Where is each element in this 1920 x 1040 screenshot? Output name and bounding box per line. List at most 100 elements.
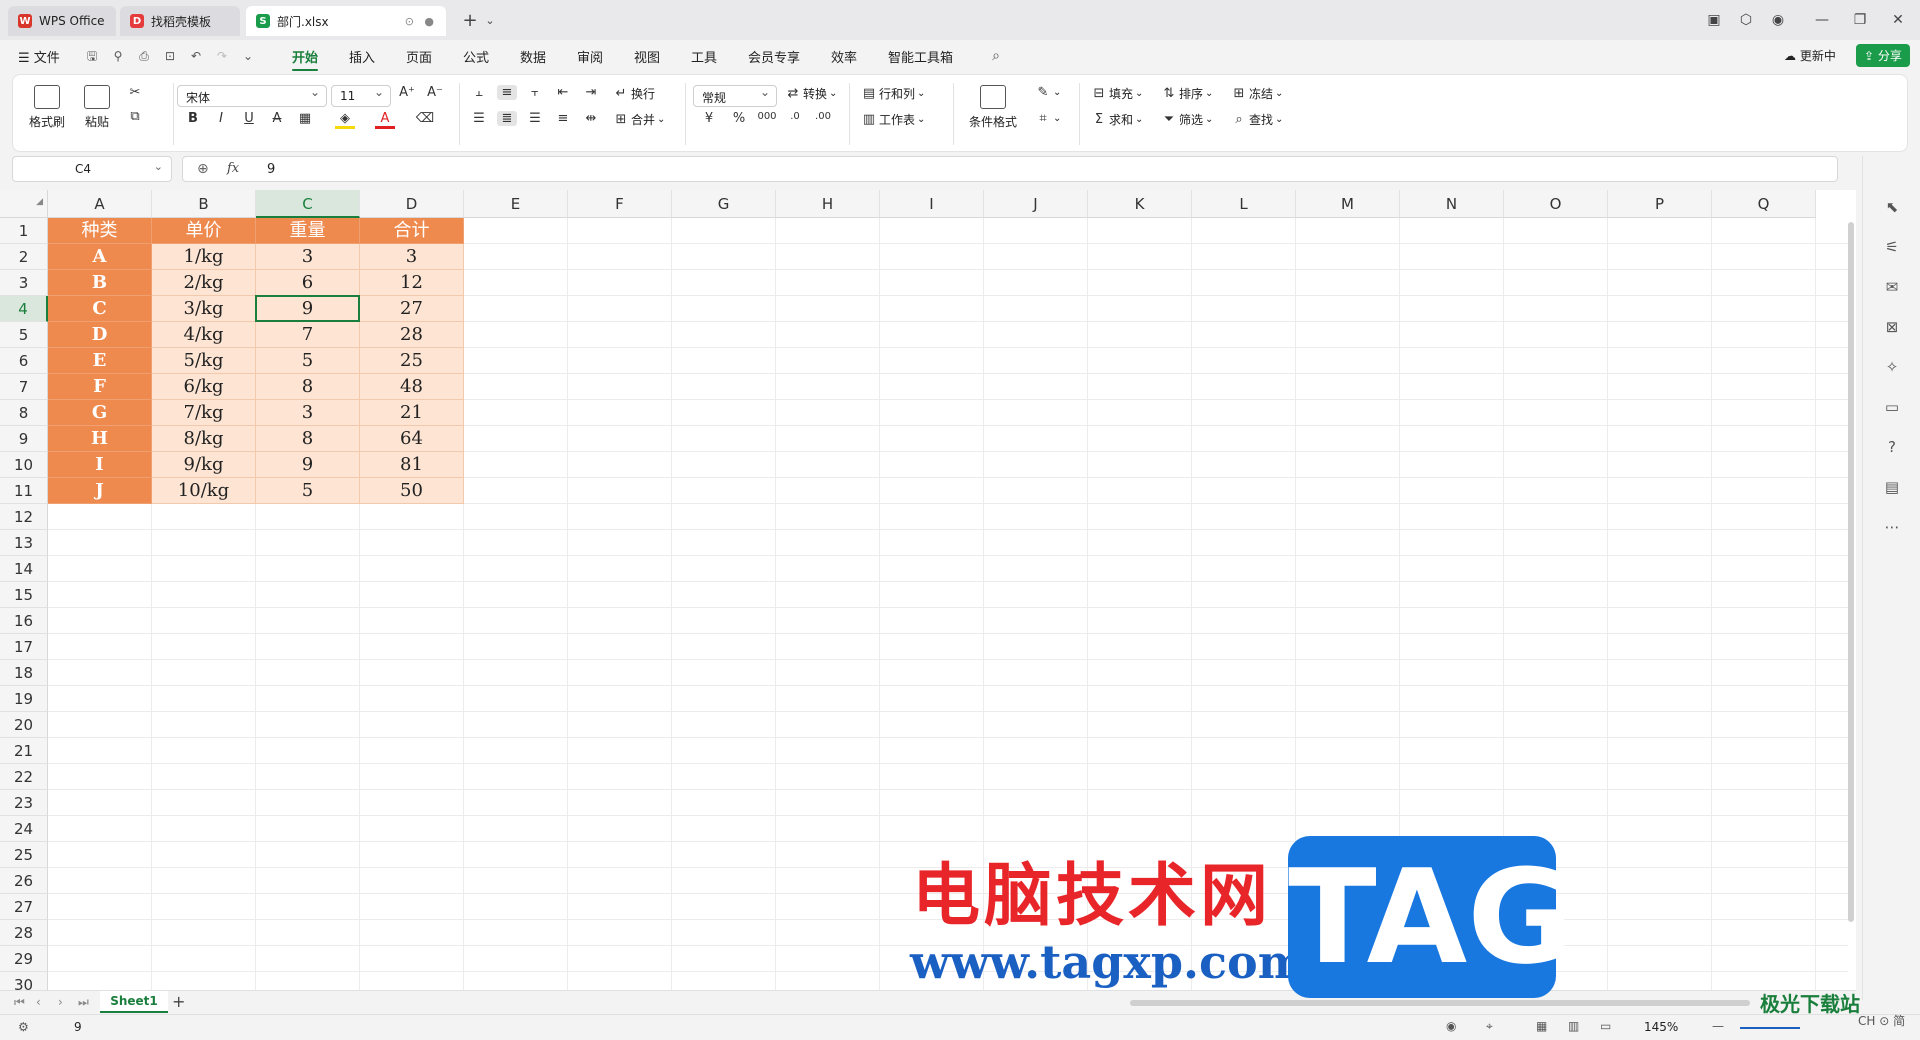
print-icon[interactable]: ⎙: [136, 48, 152, 64]
zoom-icon[interactable]: ⊕: [197, 161, 209, 177]
more-icon[interactable]: ⋯: [1883, 518, 1901, 536]
thousands-button[interactable]: 000: [757, 111, 777, 122]
freeze-button[interactable]: ⊞ 冻结 ⌄: [1229, 85, 1284, 102]
column-header-g[interactable]: G: [672, 190, 776, 218]
cell-c5[interactable]: 7: [256, 322, 360, 348]
row-header-9[interactable]: 9: [0, 426, 48, 452]
zoom-slider[interactable]: [1740, 1027, 1800, 1029]
cell-b11[interactable]: 10/kg: [152, 478, 256, 504]
filter-button[interactable]: ⏷ 筛选 ⌄: [1159, 111, 1214, 128]
vertical-scrollbar[interactable]: [1848, 222, 1854, 922]
percent-button[interactable]: %: [729, 111, 749, 126]
decrease-font-button[interactable]: A⁻: [425, 85, 445, 100]
column-header-i[interactable]: I: [880, 190, 984, 218]
save-icon[interactable]: 🖫: [84, 48, 100, 64]
fx-icon[interactable]: fx: [227, 161, 239, 176]
font-color-button[interactable]: A: [375, 111, 395, 129]
close-tab-icon[interactable]: ●: [424, 15, 434, 28]
column-header-p[interactable]: P: [1608, 190, 1712, 218]
pin-icon[interactable]: ⊙: [405, 15, 414, 28]
cell-b8[interactable]: 7/kg: [152, 400, 256, 426]
decrease-decimal-button[interactable]: .00: [813, 111, 833, 122]
layout-icon[interactable]: ▣: [1700, 8, 1728, 32]
convert-button[interactable]: ⇄ 转换 ⌄: [783, 85, 838, 102]
column-header-e[interactable]: E: [464, 190, 568, 218]
redo-icon[interactable]: ↷: [214, 48, 230, 64]
cell-a3[interactable]: B: [48, 270, 152, 296]
cell-c7[interactable]: 8: [256, 374, 360, 400]
page-view-icon[interactable]: ▥: [1568, 1019, 1579, 1033]
format-painter-button[interactable]: 格式刷: [27, 85, 67, 130]
tab-wps-office[interactable]: W WPS Office: [8, 6, 116, 36]
row-header-16[interactable]: 16: [0, 608, 48, 634]
column-header-b[interactable]: B: [152, 190, 256, 218]
cell-d7[interactable]: 48: [360, 374, 464, 400]
sheet-tab-sheet1[interactable]: Sheet1: [100, 991, 168, 1013]
menu-file[interactable]: ☰ 文件: [18, 47, 60, 66]
horizontal-scrollbar[interactable]: [1130, 1000, 1750, 1006]
row-header-24[interactable]: 24: [0, 816, 48, 842]
column-header-a[interactable]: A: [48, 190, 152, 218]
cell-d2[interactable]: 3: [360, 244, 464, 270]
formula-input[interactable]: ⊕ fx 9: [182, 156, 1838, 182]
cube-icon[interactable]: ⬡: [1732, 8, 1760, 32]
cell-b1[interactable]: 单价: [152, 218, 256, 244]
cell-d6[interactable]: 25: [360, 348, 464, 374]
column-header-o[interactable]: O: [1504, 190, 1608, 218]
cell-b3[interactable]: 2/kg: [152, 270, 256, 296]
wrap-text-button[interactable]: ↵ 换行: [611, 85, 655, 102]
sort-button[interactable]: ⇅ 排序 ⌄: [1159, 85, 1214, 102]
zoom-level[interactable]: 145%: [1644, 1020, 1678, 1034]
row-header-25[interactable]: 25: [0, 842, 48, 868]
row-header-21[interactable]: 21: [0, 738, 48, 764]
cell-d1[interactable]: 合计: [360, 218, 464, 244]
cell-d11[interactable]: 50: [360, 478, 464, 504]
settings-slider-icon[interactable]: ⚟: [1883, 238, 1901, 256]
form-icon[interactable]: ▤: [1883, 478, 1901, 496]
row-header-5[interactable]: 5: [0, 322, 48, 348]
cell-a5[interactable]: D: [48, 322, 152, 348]
copy-button[interactable]: ⧉: [125, 109, 145, 124]
row-header-8[interactable]: 8: [0, 400, 48, 426]
minimize-icon[interactable]: —: [1808, 8, 1836, 32]
menu-formula[interactable]: 公式: [463, 47, 489, 66]
cell-c10[interactable]: 9: [256, 452, 360, 478]
cell-b4[interactable]: 3/kg: [152, 296, 256, 322]
help-icon[interactable]: ?: [1883, 438, 1901, 456]
cell-d4[interactable]: 27: [360, 296, 464, 322]
find-button[interactable]: ⌕ 查找 ⌄: [1229, 111, 1283, 128]
comment-icon[interactable]: ✉: [1883, 278, 1901, 296]
row-header-19[interactable]: 19: [0, 686, 48, 712]
increase-decimal-button[interactable]: .0: [785, 111, 805, 122]
tab-template[interactable]: D 找稻壳模板: [120, 6, 240, 36]
book-icon[interactable]: ▭: [1883, 398, 1901, 416]
cell-a9[interactable]: H: [48, 426, 152, 452]
normal-view-icon[interactable]: ▦: [1536, 1019, 1547, 1033]
name-box[interactable]: C4 ⌄: [12, 156, 172, 182]
print-preview-icon[interactable]: ⊡: [162, 48, 178, 64]
restore-icon[interactable]: ❐: [1846, 8, 1874, 32]
row-header-4[interactable]: 4: [0, 296, 48, 322]
column-header-c[interactable]: C: [256, 190, 360, 218]
cell-b6[interactable]: 5/kg: [152, 348, 256, 374]
column-header-f[interactable]: F: [568, 190, 672, 218]
menu-data[interactable]: 数据: [520, 47, 546, 66]
menu-review[interactable]: 审阅: [577, 47, 603, 66]
row-header-17[interactable]: 17: [0, 634, 48, 660]
border-button[interactable]: ▦: [295, 111, 315, 126]
row-header-29[interactable]: 29: [0, 946, 48, 972]
row-header-27[interactable]: 27: [0, 894, 48, 920]
fill-color-button[interactable]: ◈: [335, 111, 355, 129]
chevron-down-icon[interactable]: ⌄: [476, 8, 504, 32]
zoom-out-icon[interactable]: —: [1712, 1019, 1724, 1033]
row-header-1[interactable]: 1: [0, 218, 48, 244]
row-header-11[interactable]: 11: [0, 478, 48, 504]
column-header-j[interactable]: J: [984, 190, 1088, 218]
add-sheet-icon[interactable]: +: [172, 992, 185, 1011]
chart-icon[interactable]: ⊠: [1883, 318, 1901, 336]
indent-decrease-button[interactable]: ⇤: [553, 85, 573, 100]
worksheet-button[interactable]: ▥ 工作表 ⌄: [859, 111, 926, 128]
cell-style-button[interactable]: ✎ ⌄: [1033, 85, 1062, 100]
cell-a2[interactable]: A: [48, 244, 152, 270]
menu-efficiency[interactable]: 效率: [831, 47, 857, 66]
